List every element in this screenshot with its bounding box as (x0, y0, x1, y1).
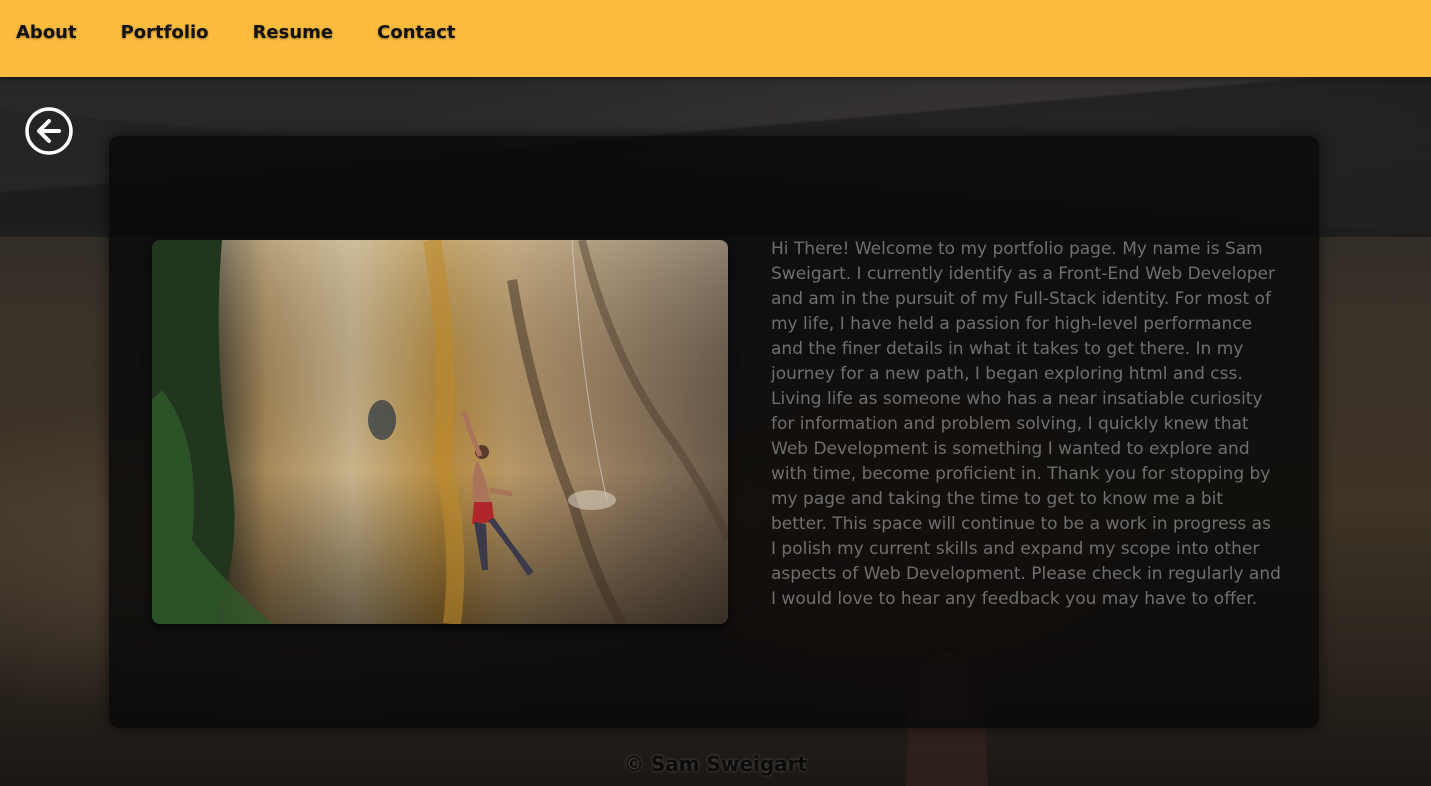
nav-link-about[interactable]: About (16, 22, 77, 43)
back-button[interactable] (25, 107, 73, 155)
nav-link-portfolio[interactable]: Portfolio (121, 22, 209, 43)
about-card: Hi There! Welcome to my portfolio page. … (109, 136, 1319, 728)
footer-copyright: © Sam Sweigart (623, 752, 808, 776)
climber-photo-image (152, 240, 728, 624)
about-bio-text: Hi There! Welcome to my portfolio page. … (771, 239, 1281, 609)
nav-link-resume[interactable]: Resume (253, 22, 334, 43)
climber-photo (152, 240, 728, 624)
arrow-left-circle-icon (25, 107, 73, 155)
top-navbar: About Portfolio Resume Contact (0, 0, 1431, 77)
nav-link-contact[interactable]: Contact (377, 22, 455, 43)
